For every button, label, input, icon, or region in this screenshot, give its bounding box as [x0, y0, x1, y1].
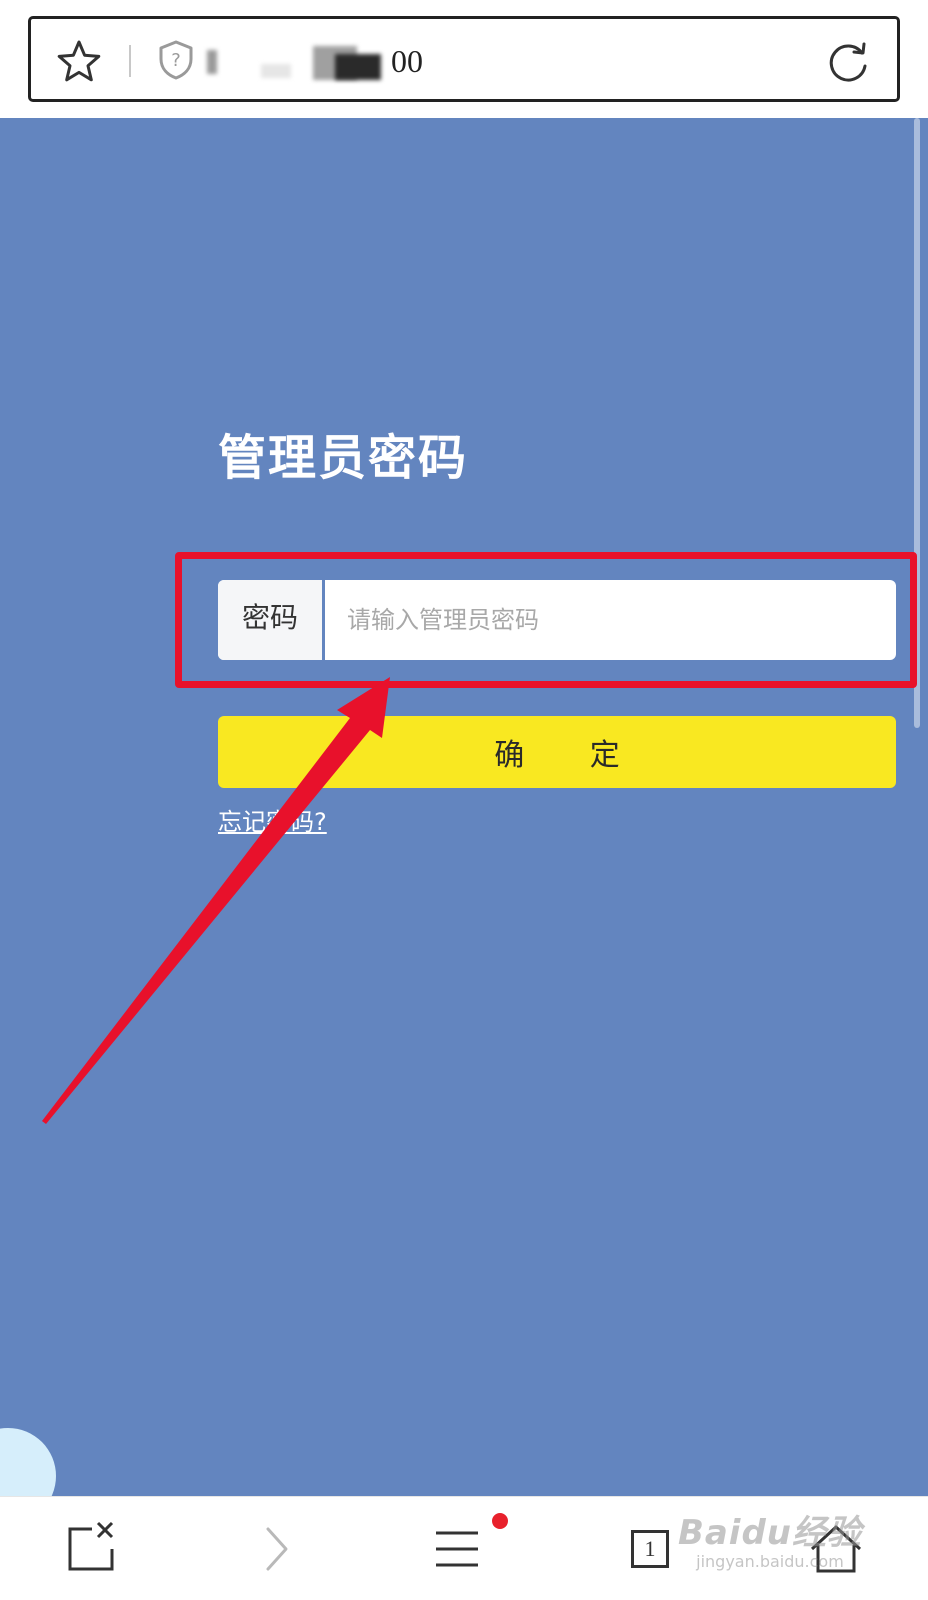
baidu-watermark: Baidu经验 jingyan.baidu.com — [678, 1505, 862, 1571]
password-label: 密码 — [218, 580, 322, 660]
reload-icon[interactable] — [825, 39, 871, 85]
forward-icon[interactable] — [248, 1519, 308, 1579]
confirm-button[interactable]: 确 定 — [218, 716, 896, 788]
svg-text:?: ? — [171, 50, 181, 71]
scrollbar[interactable] — [914, 118, 920, 728]
annotation-arrow — [42, 677, 390, 1124]
watermark-url: jingyan.baidu.com — [696, 1552, 844, 1571]
bottom-toolbar: 1 Baidu经验 jingyan.baidu.com — [0, 1496, 928, 1600]
password-input[interactable] — [325, 580, 896, 660]
browser-page: ? 00 管理员密码 密码 确 定 忘记密码? 1 Baidu经验 jingya… — [0, 0, 928, 1600]
floating-bubble[interactable] — [0, 1428, 56, 1496]
tabs-button[interactable]: 1 — [620, 1519, 680, 1579]
page-title: 管理员密码 — [218, 430, 469, 486]
notification-dot — [492, 1513, 508, 1529]
address-bar-divider — [129, 45, 131, 77]
menu-button[interactable] — [434, 1513, 508, 1579]
star-icon[interactable] — [55, 37, 103, 85]
watermark-logo: Baidu经验 — [677, 1513, 862, 1553]
menu-icon — [436, 1531, 478, 1567]
close-page-icon[interactable] — [62, 1519, 122, 1579]
address-bar[interactable]: ? 00 — [28, 16, 900, 102]
shield-icon[interactable]: ? — [157, 39, 195, 81]
forgot-password-link[interactable]: 忘记密码? — [218, 802, 327, 837]
login-page-content: 管理员密码 密码 确 定 忘记密码? — [0, 118, 928, 1496]
url-text[interactable]: 00 — [391, 41, 423, 81]
url-redacted — [207, 46, 393, 82]
tabs-icon: 1 — [631, 1530, 669, 1568]
password-field-group: 密码 — [218, 580, 896, 660]
